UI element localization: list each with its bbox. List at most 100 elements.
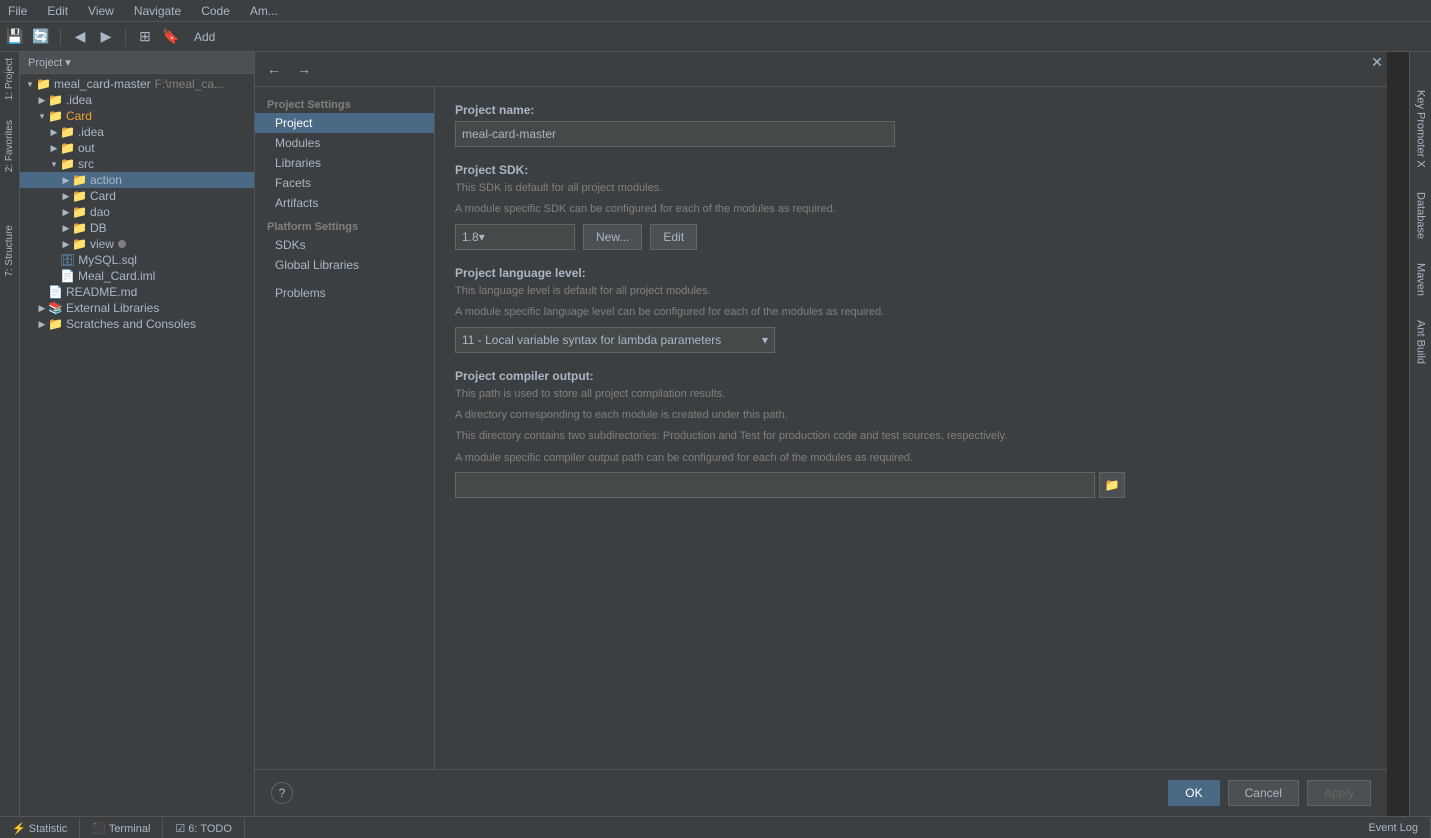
sdk-version-dropdown[interactable]: 1.8 ▾ xyxy=(455,224,575,250)
settings-item-artifacts[interactable]: Artifacts xyxy=(255,193,434,213)
tree-label-card-idea: .idea xyxy=(78,125,104,139)
tree-arrow-db: ▶ xyxy=(60,223,72,234)
tree-item-card-root[interactable]: ▾ 📁 Card xyxy=(20,108,254,124)
right-tab-ant-build[interactable]: Ant Build xyxy=(1413,312,1429,372)
bottom-tab-todo[interactable]: ☑ 6: TODO xyxy=(163,818,245,838)
settings-tree: Project Settings Project Modules Librari… xyxy=(255,87,435,769)
tree-item-mysql[interactable]: ▶ 🗄 MySQL.sql xyxy=(20,252,254,268)
dialog-nav-back[interactable]: ← xyxy=(263,58,285,80)
toolbar-save[interactable]: 💾 xyxy=(4,26,26,48)
tree-item-ext-lib[interactable]: ▶ 📚 External Libraries xyxy=(20,300,254,316)
vert-tab-favorites[interactable]: 2: Favorites xyxy=(2,114,17,178)
menu-view[interactable]: View xyxy=(84,4,118,18)
compiler-folder-button[interactable]: 📁 xyxy=(1099,472,1125,498)
file-iml-icon: 📄 xyxy=(60,269,75,283)
project-name-input[interactable] xyxy=(455,121,895,147)
tree-arrow-scratches: ▶ xyxy=(36,319,48,330)
settings-item-problems[interactable]: Problems xyxy=(255,283,434,303)
tree-label-action: action xyxy=(90,173,122,187)
project-compiler-group: Project compiler output: This path is us… xyxy=(455,369,1367,499)
help-button[interactable]: ? xyxy=(271,782,293,804)
tree-item-card-idea[interactable]: ▶ 📁 .idea xyxy=(20,124,254,140)
compiler-output-input[interactable] xyxy=(455,472,1095,498)
sdk-new-button[interactable]: New... xyxy=(583,224,642,250)
toolbar-window[interactable]: ⊞ xyxy=(134,26,156,48)
close-button[interactable]: ✕ xyxy=(1369,54,1385,70)
folder-scratches-icon: 📁 xyxy=(48,317,63,331)
tree-item-root[interactable]: ▾ 📁 meal_card-master F:\meal_ca... xyxy=(20,76,254,92)
project-language-desc1: This language level is default for all p… xyxy=(455,284,1367,299)
right-sidebar: Key Promoter X Database Maven Ant Build xyxy=(1409,52,1431,816)
sdk-edit-button[interactable]: Edit xyxy=(650,224,697,250)
toolbar-forward[interactable]: ▶ xyxy=(95,26,117,48)
sdk-row: 1.8 ▾ New... Edit xyxy=(455,224,1367,250)
project-root-icon: 📁 xyxy=(36,77,51,91)
project-panel: Project ▾ ▾ 📁 meal_card-master F:\meal_c… xyxy=(20,52,255,816)
menu-file[interactable]: File xyxy=(4,4,31,18)
cancel-button[interactable]: Cancel xyxy=(1228,780,1299,806)
tree-item-action[interactable]: ▶ 📁 action xyxy=(20,172,254,188)
tree-item-idea1[interactable]: ▶ 📁 .idea xyxy=(20,92,254,108)
tree-label-readme: README.md xyxy=(66,285,137,299)
tree-arrow-card-out: ▶ xyxy=(48,143,60,154)
bottom-tab-terminal[interactable]: ⬛ Terminal xyxy=(80,818,163,838)
project-language-desc2: A module specific language level can be … xyxy=(455,305,1367,320)
tree-label-root: meal_card-master xyxy=(54,77,151,91)
ok-button[interactable]: OK xyxy=(1168,780,1219,806)
toolbar-back[interactable]: ◀ xyxy=(69,26,91,48)
tree-item-readme[interactable]: ▶ 📄 README.md xyxy=(20,284,254,300)
project-language-group: Project language level: This language le… xyxy=(455,266,1367,353)
settings-item-project[interactable]: Project xyxy=(255,113,434,133)
tree-item-card-out[interactable]: ▶ 📁 out xyxy=(20,140,254,156)
toolbar: 💾 🔄 ◀ ▶ ⊞ 🔖 Add xyxy=(0,22,1431,52)
settings-item-modules[interactable]: Modules xyxy=(255,133,434,153)
sdk-version-value: 1.8 xyxy=(462,230,479,244)
project-sdk-desc1: This SDK is default for all project modu… xyxy=(455,181,1367,196)
tree-label-card-sub: Card xyxy=(90,189,116,203)
tree-label-view: view xyxy=(90,237,114,251)
tree-arrow-idea1: ▶ xyxy=(36,95,48,106)
toolbar-add[interactable]: Add xyxy=(186,26,223,48)
settings-item-libraries[interactable]: Libraries xyxy=(255,153,434,173)
folder-db-icon: 📁 xyxy=(72,221,87,235)
tree-label-card-src: src xyxy=(78,157,94,171)
apply-button[interactable]: Apply xyxy=(1307,780,1371,806)
right-tab-database[interactable]: Database xyxy=(1413,184,1429,247)
tree-item-card-src[interactable]: ▾ 📁 src xyxy=(20,156,254,172)
settings-item-sdks[interactable]: SDKs xyxy=(255,235,434,255)
right-tab-maven[interactable]: Maven xyxy=(1413,255,1429,304)
folder-ext-lib-icon: 📚 xyxy=(48,301,63,315)
tree-item-dao[interactable]: ▶ 📁 dao xyxy=(20,204,254,220)
settings-item-global-libraries[interactable]: Global Libraries xyxy=(255,255,434,275)
right-tab-key-promoter[interactable]: Key Promoter X xyxy=(1413,82,1429,176)
dialog-footer: ? OK Cancel Apply xyxy=(255,769,1387,816)
tree-item-card-sub[interactable]: ▶ 📁 Card xyxy=(20,188,254,204)
toolbar-bookmark[interactable]: 🔖 xyxy=(160,26,182,48)
folder-card-src-icon: 📁 xyxy=(60,157,75,171)
dialog-nav: ← → xyxy=(255,52,1387,87)
tree-item-view[interactable]: ▶ 📁 view xyxy=(20,236,254,252)
settings-item-facets[interactable]: Facets xyxy=(255,173,434,193)
tree-item-iml[interactable]: ▶ 📄 Meal_Card.iml xyxy=(20,268,254,284)
tree-item-db[interactable]: ▶ 📁 DB xyxy=(20,220,254,236)
language-level-dropdown[interactable]: 11 - Local variable syntax for lambda pa… xyxy=(455,327,775,353)
tree-arrow-ext-lib: ▶ xyxy=(36,303,48,314)
project-name-group: Project name: xyxy=(455,103,1367,147)
project-tree[interactable]: ▾ 📁 meal_card-master F:\meal_ca... ▶ 📁 .… xyxy=(20,74,254,816)
toolbar-sep-2 xyxy=(125,28,126,46)
menu-edit[interactable]: Edit xyxy=(43,4,72,18)
tree-item-scratches[interactable]: ▶ 📁 Scratches and Consoles xyxy=(20,316,254,332)
bottom-tab-statistic[interactable]: ⚡ Statistic xyxy=(0,818,80,838)
menu-code[interactable]: Code xyxy=(197,4,234,18)
dialog-nav-forward[interactable]: → xyxy=(293,58,315,80)
tree-label-card-out: out xyxy=(78,141,95,155)
bottom-tab-event-log[interactable]: Event Log xyxy=(1356,818,1431,838)
tree-label-db: DB xyxy=(90,221,107,235)
vert-tab-project[interactable]: 1: Project xyxy=(2,52,17,106)
toolbar-sync[interactable]: 🔄 xyxy=(30,26,52,48)
vert-tab-structure[interactable]: 7: Structure xyxy=(2,219,17,283)
tree-arrow-card-sub: ▶ xyxy=(60,191,72,202)
project-header-label: Project ▾ xyxy=(28,56,71,69)
menu-analyze[interactable]: Am... xyxy=(246,4,282,18)
menu-navigate[interactable]: Navigate xyxy=(130,4,185,18)
